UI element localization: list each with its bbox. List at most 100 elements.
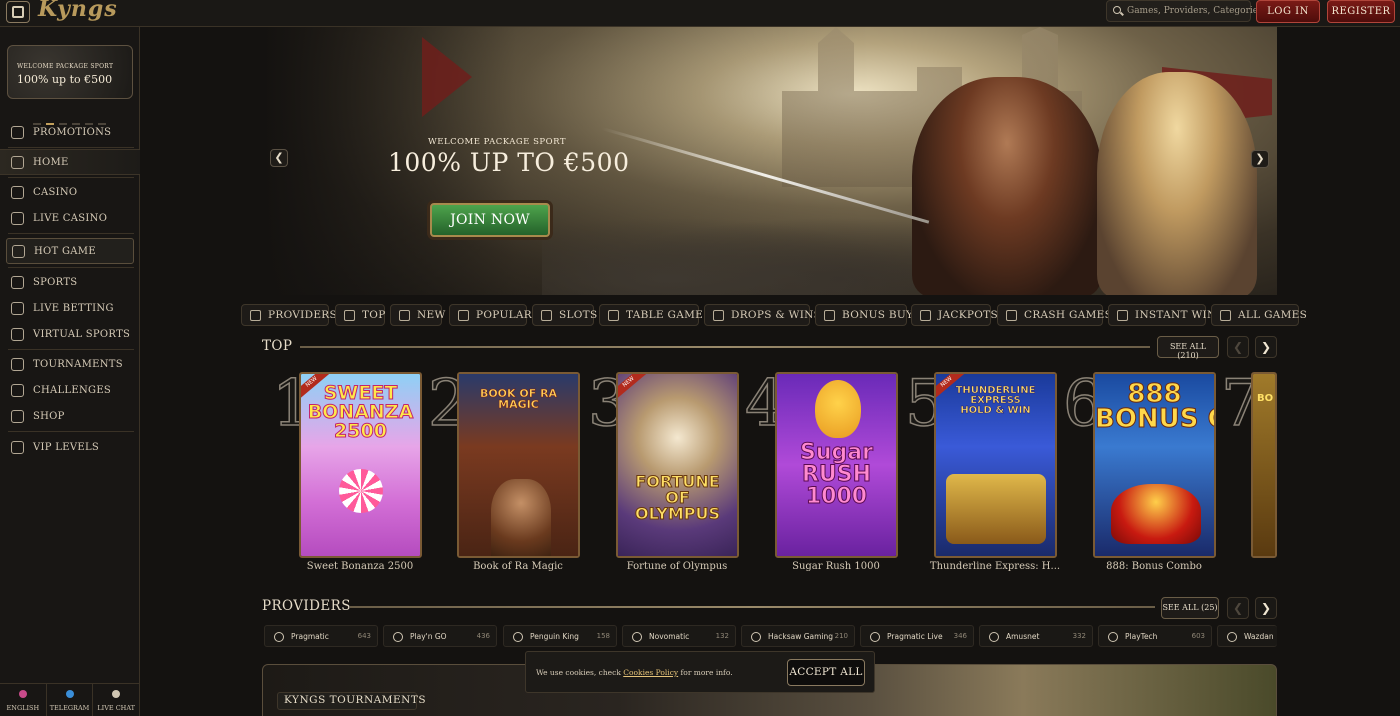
trophy-icon — [11, 357, 24, 371]
register-button[interactable]: REGISTER — [1327, 0, 1395, 23]
tab-top[interactable]: TOP — [335, 304, 385, 326]
provider-penguin-king[interactable]: Penguin King 158 — [503, 625, 617, 647]
top-see-all-button[interactable]: SEE ALL (210) — [1157, 336, 1219, 360]
jackpot-icon — [920, 310, 931, 321]
tab-label: TOP — [362, 309, 386, 321]
join-now-button[interactable]: JOIN NOW — [430, 203, 550, 237]
home-icon — [11, 155, 24, 169]
provider-hacksaw-gaming[interactable]: Hacksaw Gaming 210 — [741, 625, 855, 647]
login-button[interactable]: LOG IN — [1256, 0, 1320, 23]
game-card-partial[interactable]: BO — [1251, 372, 1277, 558]
game-card-thunderline-express[interactable]: THUNDERLINE EXPRESS HOLD & WIN NEW — [934, 372, 1057, 558]
sidebar-item-shop[interactable]: SHOP — [0, 403, 140, 429]
sidebar-item-label: HOT GAME — [34, 245, 96, 257]
search-input[interactable]: Games, Providers, Categories — [1106, 0, 1263, 22]
cookie-policy-link[interactable]: Cookies Policy — [623, 668, 678, 677]
provider-name: Hacksaw Gaming — [768, 632, 834, 641]
sidebar-item-label: VIP LEVELS — [33, 441, 100, 453]
tab-jackpots[interactable]: JACKPOTS — [911, 304, 998, 326]
accept-all-button[interactable]: ACCEPT ALL — [787, 659, 865, 686]
provider-amusnet[interactable]: Amusnet 332 — [979, 625, 1093, 647]
providers-see-all-button[interactable]: SEE ALL (25) — [1161, 597, 1219, 619]
hero-banner-flag — [422, 37, 472, 117]
tab-providers[interactable]: PROVIDERS — [241, 304, 337, 326]
tab-all-games[interactable]: ALL GAMES — [1211, 304, 1307, 326]
flame-icon — [458, 310, 469, 321]
game-name[interactable]: Book of Ra Magic — [448, 561, 588, 572]
game-card-book-of-ra-magic[interactable]: BOOK OF RA MAGIC — [457, 372, 580, 558]
ball-icon — [11, 275, 24, 289]
sidebar-promo-card[interactable]: WELCOME PACKAGE SPORT 100% up to €500 — [7, 45, 133, 99]
tab-drops-wins[interactable]: DROPS & WINS — [704, 304, 821, 326]
promo-title: 100% up to €500 — [17, 73, 113, 86]
tab-crash-games[interactable]: CRASH GAMES — [997, 304, 1112, 326]
provider-name: Wazdan — [1244, 632, 1274, 641]
top-next-button[interactable]: ❯ — [1255, 336, 1277, 358]
game-card-888-bonus-combo[interactable]: 888 BONUS COMBO — [1093, 372, 1216, 558]
sidebar-item-label: LIVE CASINO — [33, 212, 108, 224]
live-chat-button[interactable]: LIVE CHAT — [93, 684, 141, 716]
telegram-button[interactable]: TELEGRAM — [47, 684, 94, 716]
sidebar-item-promotions[interactable]: PROMOTIONS — [0, 119, 140, 145]
game-art — [618, 374, 737, 556]
penguin-icon — [513, 632, 523, 642]
hero-prev-button[interactable]: ❮ — [270, 149, 288, 167]
hero-queen-art — [1097, 72, 1257, 295]
provider-novomatic[interactable]: Novomatic 132 — [622, 625, 736, 647]
sidebar-item-home[interactable]: HOME — [0, 149, 140, 175]
gift-icon — [11, 125, 24, 139]
hacksaw-icon — [751, 632, 761, 642]
providers-next-button[interactable]: ❯ — [1255, 597, 1277, 619]
sidebar-item-virtual-sports[interactable]: VIRTUAL SPORTS — [0, 321, 140, 347]
provider-name: Pragmatic Live — [887, 632, 943, 641]
provider-name: Novomatic — [649, 632, 690, 641]
cookie-text: We use cookies, check Cookies Policy for… — [536, 668, 733, 677]
provider-count: 210 — [834, 632, 848, 640]
lightning-icon — [344, 310, 355, 321]
divider — [8, 233, 134, 234]
game-card-sugar-rush[interactable]: Sugar RUSH 1000 — [775, 372, 898, 558]
tab-table-games[interactable]: TABLE GAMES — [599, 304, 710, 326]
game-name[interactable]: Fortune of Olympus — [607, 561, 747, 572]
tab-bonus-buy[interactable]: BONUS BUY — [815, 304, 913, 326]
tab-new[interactable]: NEW — [390, 304, 445, 326]
sidebar-item-label: VIRTUAL SPORTS — [33, 328, 131, 340]
sidebar-item-live-casino[interactable]: LIVE CASINO — [0, 205, 140, 231]
telegram-icon — [65, 690, 74, 698]
tab-slots[interactable]: SLOTS — [532, 304, 598, 326]
provider-pragmatic-live[interactable]: Pragmatic Live 346 — [860, 625, 974, 647]
hero-next-button[interactable]: ❯ — [1251, 150, 1269, 168]
provider-wazdan[interactable]: Wazdan — [1217, 625, 1277, 647]
provider-playngo[interactable]: Play'n GO 436 — [383, 625, 497, 647]
sidebar-item-challenges[interactable]: CHALLENGES — [0, 377, 140, 403]
provider-playtech[interactable]: PlayTech 603 — [1098, 625, 1212, 647]
tab-instant-win[interactable]: INSTANT WIN — [1108, 304, 1216, 326]
amusnet-icon — [989, 632, 999, 642]
sidebar-item-label: PROMOTIONS — [33, 126, 112, 138]
top-prev-button[interactable]: ❮ — [1227, 336, 1249, 358]
logo[interactable]: Kyngs — [38, 0, 118, 22]
language-button[interactable]: ENGLISH — [0, 684, 47, 716]
game-card-sweet-bonanza[interactable]: SWEET BONANZA 2500 NEW — [299, 372, 422, 558]
game-art-title: BOOK OF RA MAGIC — [479, 387, 558, 411]
provider-pragmatic[interactable]: Pragmatic 643 — [264, 625, 378, 647]
sidebar-item-hot-game[interactable]: HOT GAME — [6, 238, 134, 264]
divider — [8, 349, 134, 350]
sidebar-item-live-betting[interactable]: LIVE BETTING — [0, 295, 140, 321]
game-card-fortune-of-olympus[interactable]: FORTUNE OF OLYMPUS NEW — [616, 372, 739, 558]
chat-icon — [112, 690, 121, 698]
menu-toggle-button[interactable] — [6, 1, 30, 23]
tab-label: SLOTS — [559, 309, 598, 321]
tab-popular[interactable]: POPULAR — [449, 304, 532, 326]
sidebar-item-casino[interactable]: CASINO — [0, 179, 140, 205]
game-name[interactable]: Thunderline Express: H... — [925, 561, 1065, 572]
game-name[interactable]: 888: Bonus Combo — [1084, 561, 1224, 572]
game-art-title: 888 BONUS COMBO — [1095, 379, 1214, 434]
game-name[interactable]: Sweet Bonanza 2500 — [290, 561, 430, 572]
sidebar-item-sports[interactable]: SPORTS — [0, 269, 140, 295]
providers-prev-button[interactable]: ❮ — [1227, 597, 1249, 619]
sidebar-item-vip-levels[interactable]: VIP LEVELS — [0, 434, 140, 460]
drops-icon — [713, 310, 724, 321]
game-name[interactable]: Sugar Rush 1000 — [766, 561, 906, 572]
sidebar-item-tournaments[interactable]: TOURNAMENTS — [0, 351, 140, 377]
